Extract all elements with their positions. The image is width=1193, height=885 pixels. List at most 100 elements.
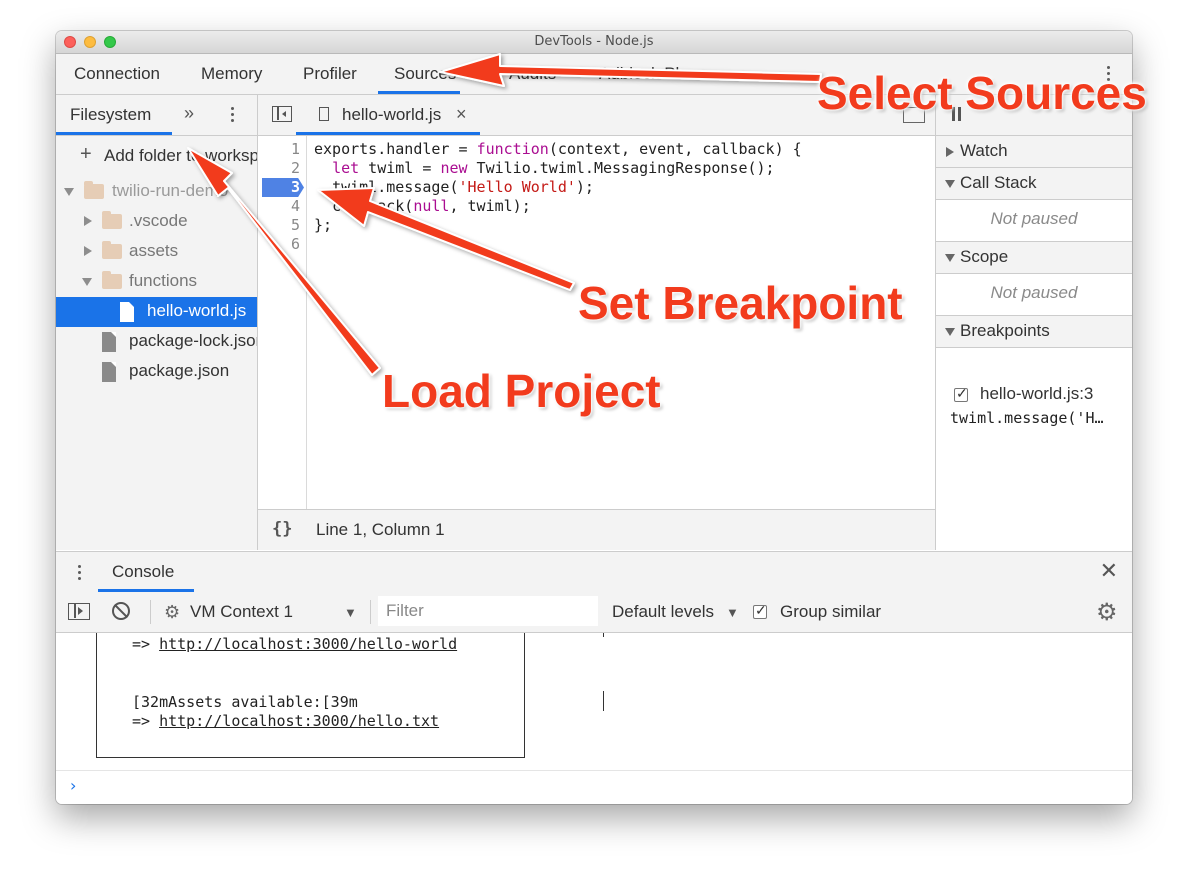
drawer-header: Console ✕ [56,551,1132,593]
show-sidebar-icon[interactable] [68,603,90,620]
tree-folder-vscode[interactable]: .vscode [56,207,257,237]
more-tabs-icon[interactable]: » [184,103,194,124]
console-line: => http://localhost:3000/hello.txt [132,712,440,730]
tree-folder-functions[interactable]: functions [56,267,257,297]
code-content[interactable]: exports.handler = function(context, even… [314,136,802,288]
section-label: Call Stack [960,173,1037,192]
console-link[interactable]: http://localhost:3000/hello.txt [159,712,439,730]
debugger-sidebar: Watch Call Stack Not paused Scope Not pa… [936,95,1132,550]
toolbar-divider [150,600,151,624]
line-gutter[interactable]: 1 2 3 4 5 6 [258,136,307,509]
code-line: twiml.message('Hello World'); [332,178,594,196]
tab-connection[interactable]: Connection [74,64,160,84]
toggle-navigator-icon[interactable] [272,106,292,122]
tree-folder-assets[interactable]: assets [56,237,257,267]
collapse-arrow-icon [84,216,92,226]
add-folder-row[interactable]: + Add folder to workspace [56,136,257,172]
tree-file-package-json[interactable]: package.json [56,357,257,387]
chevron-down-icon[interactable]: ▼ [344,605,357,620]
tree-item-label: functions [129,271,198,290]
group-similar-checkbox[interactable] [753,602,767,619]
annotation-load-project: Load Project [382,365,661,417]
tree-item-label: hello-world.js [147,301,247,320]
navigator-menu-icon[interactable] [231,107,235,125]
ascii-box-border [96,757,525,758]
collapse-arrow-icon [84,246,92,256]
context-selector[interactable]: VM Context 1 [190,602,293,622]
tab-audits[interactable]: Audits [509,64,556,84]
close-drawer-icon[interactable]: ✕ [1100,558,1118,584]
ascii-box-border [96,633,97,757]
line-number[interactable]: 6 [258,235,300,253]
filesystem-tab-indicator [56,132,172,135]
breakpoint-location[interactable]: hello-world.js:3 [980,384,1093,404]
tab-sources[interactable]: Sources [394,64,456,84]
section-label: Watch [960,141,1008,160]
tree-folder-project[interactable]: twilio-run-demo [56,177,257,207]
ascii-box-border [524,633,525,757]
line-number[interactable]: 5 [258,216,300,234]
code-line: }; [314,216,333,234]
file-icon [120,302,134,322]
call-stack-status: Not paused [990,209,1078,228]
console-link[interactable]: http://localhost:3000/hello-world [159,635,457,653]
gear-icon: ⚙ [164,602,181,622]
expand-arrow-icon [82,278,92,286]
line-number[interactable]: 4 [258,197,300,215]
editor-file-tab[interactable]: hello-world.js × [296,95,480,135]
section-breakpoints[interactable]: Breakpoints [936,315,1132,348]
navigator-tab-bar: Filesystem » [56,95,257,136]
folder-icon [84,181,104,199]
navigator-panel: Filesystem » + Add folder to workspace t… [56,95,258,550]
pretty-print-icon[interactable]: {} [272,519,292,539]
tab-memory[interactable]: Memory [201,64,262,84]
section-call-stack[interactable]: Call Stack [936,168,1132,200]
drawer-menu-icon[interactable] [78,565,82,583]
console-toolbar: ⚙ VM Context 1 ▼ Default levels ▼ Group … [56,592,1132,633]
breakpoint-checkbox[interactable] [954,385,968,402]
clear-console-icon[interactable] [112,602,130,620]
plus-icon: + [80,143,92,165]
tree-file-package-lock[interactable]: package-lock.json [56,327,257,357]
file-icon [102,362,116,382]
expand-arrow-icon [64,188,74,196]
console-output[interactable]: => http://localhost:3000/hello-world [32… [56,633,1132,804]
section-label: Scope [960,247,1009,266]
expand-arrow-icon [945,254,955,262]
prompt-divider [56,770,1132,771]
console-settings-icon[interactable]: ⚙ [1096,598,1118,627]
line-number[interactable]: 2 [258,159,300,177]
section-scope[interactable]: Scope [936,241,1132,274]
tree-item-label: twilio-run-demo [112,181,229,200]
log-levels-dropdown[interactable]: Default levels [612,602,714,622]
tree-item-label: assets [129,241,179,260]
file-icon [102,332,116,352]
filter-input[interactable] [378,596,598,626]
tree-file-hello-world[interactable]: hello-world.js [56,297,257,327]
document-icon [319,107,329,121]
editor-tab-label: hello-world.js [342,105,442,124]
console-prompt[interactable]: › [70,776,76,795]
folder-icon [102,211,122,229]
tab-adblock-plus[interactable]: Adblock Plus [599,64,697,84]
add-folder-button[interactable]: Add folder to workspace [104,146,257,166]
tree-item-label: package.json [129,361,230,380]
tree-item-label: package-lock.json [129,331,257,350]
code-line: let twiml = new Twilio.twiml.MessagingRe… [332,159,775,177]
console-line: [32mAssets available:[39m [132,693,358,711]
editor-tab-indicator [296,132,480,135]
tab-console[interactable]: Console [112,562,174,582]
annotation-select-sources: Select Sources [817,67,1147,119]
group-similar-label: Group similar [780,602,882,621]
tab-profiler[interactable]: Profiler [303,64,357,84]
collapse-arrow-icon [946,147,954,157]
title-bar: DevTools - Node.js [56,31,1132,54]
chevron-down-icon[interactable]: ▼ [726,605,739,620]
tab-filesystem[interactable]: Filesystem [70,105,151,125]
line-number[interactable]: 1 [258,140,300,158]
section-label: Breakpoints [960,321,1050,340]
section-watch[interactable]: Watch [936,136,1132,168]
code-line: callback(null, twiml); [332,197,531,215]
line-number-breakpoint[interactable]: 3 [258,178,300,196]
close-tab-icon[interactable]: × [456,104,467,125]
